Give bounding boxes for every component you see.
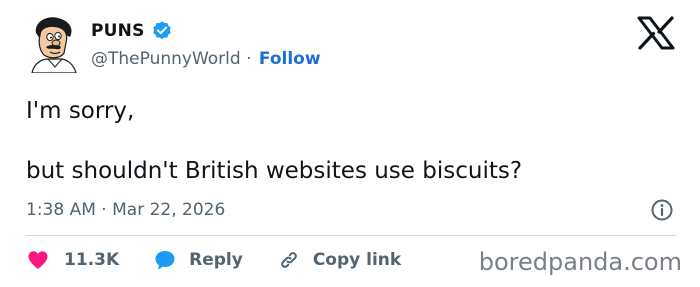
copy-link-button[interactable]: Copy link [277,248,401,272]
author-name-row[interactable]: PUNS [91,20,173,42]
tweet-date: Mar 22, 2026 [112,200,226,220]
x-logo-icon[interactable] [637,16,675,50]
link-icon [281,252,297,268]
watermark: boredpanda.com [478,248,682,276]
heart-icon [28,251,48,269]
timestamp-separator: · [101,200,107,220]
tweet-card: PUNS @ThePunnyWorld · Follow I'm sorry, … [0,0,700,287]
tweet-text-line-2: but shouldn't British websites use biscu… [26,158,523,184]
avatar[interactable] [26,15,82,74]
verified-badge-icon [151,20,173,42]
tweet-time: 1:38 AM [26,200,96,220]
divider [26,235,676,236]
author-display-name[interactable]: PUNS [91,21,145,41]
reply-button[interactable]: Reply [153,248,243,272]
like-count: 11.3K [64,250,120,270]
tweet-timestamp[interactable]: 1:38 AM · Mar 22, 2026 [26,200,225,220]
reply-bubble-icon [155,251,175,270]
info-icon[interactable] [650,198,674,222]
action-bar: 11.3K Reply Copy link [26,247,435,273]
copy-link-label: Copy link [312,250,402,270]
reply-label: Reply [189,250,243,270]
author-handle-row: @ThePunnyWorld · Follow [91,49,321,69]
tweet-text-line-1: I'm sorry, [26,98,135,124]
author-handle[interactable]: @ThePunnyWorld [91,49,241,69]
bob-cartoon-avatar [31,17,77,74]
like-button[interactable]: 11.3K [26,248,119,272]
follow-button[interactable]: Follow [259,49,321,69]
separator-dot: · [246,49,252,69]
